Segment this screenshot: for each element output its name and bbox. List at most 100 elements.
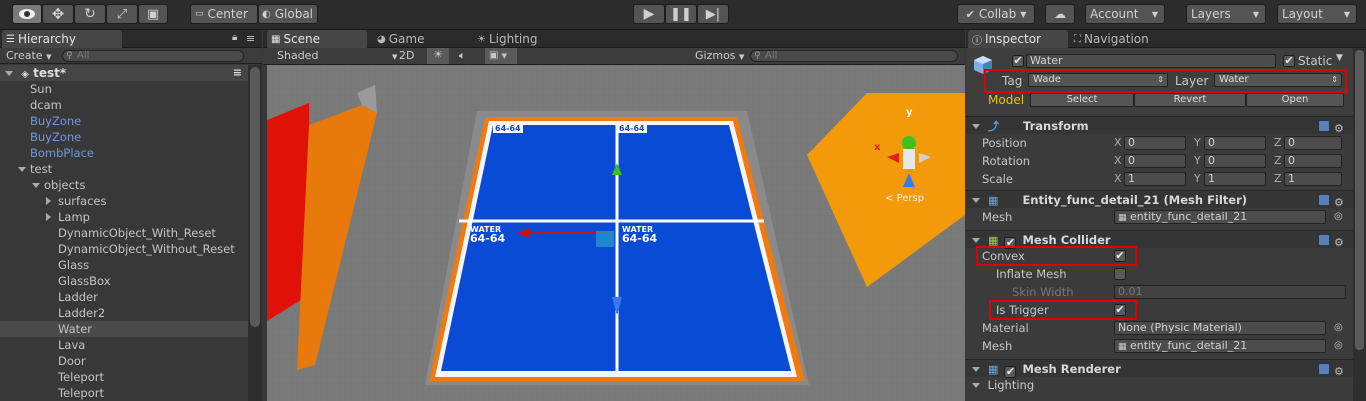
hierarchy-item[interactable]: GlassBox [0,273,248,289]
hierarchy-item[interactable]: test [0,161,248,177]
scrollbar-thumb[interactable] [250,67,260,327]
mesh-filter-header[interactable]: ▦ Entity_func_detail_21 (Mesh Filter) ⚙ [966,190,1366,209]
collapse-arrow-icon[interactable] [972,238,980,243]
rotate-tool-button[interactable]: ↻ [74,4,106,24]
tab-game[interactable]: ◕ Game [373,30,473,48]
account-dropdown[interactable]: Account ▼ [1085,4,1165,24]
audio-toggle[interactable]: 🔈︎ [459,49,466,63]
layers-dropdown[interactable]: Layers ▼ [1186,4,1266,24]
help-book-icon[interactable] [1318,234,1330,246]
scrollbar-thumb[interactable] [1355,50,1364,350]
collapse-arrow-icon[interactable] [972,198,980,203]
space-global-toggle[interactable]: ◐ Global [258,4,318,24]
object-name-input[interactable]: Water [1026,54,1276,68]
expand-arrow-icon[interactable] [32,183,40,188]
collapse-arrow-icon[interactable] [972,124,980,129]
effects-dropdown[interactable]: ▣ ▼ [485,48,517,64]
model-select-button[interactable]: Select [1030,93,1134,107]
help-book-icon[interactable] [1318,194,1330,206]
hierarchy-item[interactable]: Sun [0,81,248,97]
tab-lighting[interactable]: ☀ Lighting [473,30,573,48]
persp-label[interactable]: < Persp [885,193,924,204]
help-book-icon[interactable] [1318,363,1330,375]
transform-y-input[interactable]: 0 [1204,154,1266,168]
transform-z-input[interactable]: 1 [1284,172,1342,186]
inflate-mesh-checkbox[interactable] [1114,268,1126,280]
hierarchy-item[interactable]: dcam [0,97,248,113]
hierarchy-item[interactable]: surfaces [0,193,248,209]
tag-dropdown[interactable]: Wade ⇕ [1028,73,1168,87]
create-dropdown[interactable]: Create ▼ [6,49,51,62]
collider-mesh-field[interactable]: ▦ entity_func_detail_21 [1114,339,1326,353]
move-tool-button[interactable]: ✥ [42,4,74,24]
convex-checkbox[interactable]: ✔ [1114,250,1126,262]
step-button[interactable]: ▶| [697,4,729,24]
view-gizmo-cube[interactable] [903,149,915,169]
is-trigger-checkbox[interactable]: ✔ [1114,304,1126,316]
rect-tool-button[interactable]: ▣ [138,4,168,24]
lock-icon[interactable]: 🔒︎ [232,32,237,43]
expand-arrow-icon[interactable] [5,71,13,76]
object-picker-icon[interactable]: ◎ [1334,208,1343,226]
hierarchy-item[interactable]: Lamp [0,209,248,225]
tab-navigation[interactable]: ⛶ Navigation [1070,30,1180,48]
hierarchy-item[interactable]: Water [0,321,248,337]
transform-x-input[interactable]: 0 [1124,136,1186,150]
model-open-button[interactable]: Open [1246,93,1344,107]
transform-x-input[interactable]: 0 [1124,154,1186,168]
collab-dropdown[interactable]: ✔ Collab ▼ [957,4,1035,24]
collapse-arrow-icon[interactable] [972,367,980,372]
hierarchy-item[interactable]: Door [0,353,248,369]
layer-dropdown[interactable]: Water ⇕ [1214,73,1342,87]
object-picker-icon[interactable]: ◎ [1334,337,1343,355]
lighting-foldout-row[interactable]: Lighting [966,376,1366,394]
transform-header[interactable]: ⤴ Transform ⚙ [966,116,1366,135]
hierarchy-item[interactable]: Lava [0,337,248,353]
help-book-icon[interactable] [1318,120,1330,132]
mesh-renderer-header[interactable]: ▦ ✔ Mesh Renderer ⚙ [966,359,1366,378]
pivot-center-toggle[interactable]: ▭ Center [190,4,258,24]
active-checkbox[interactable]: ✔ [1012,55,1024,67]
plane-handle[interactable] [596,231,614,247]
hierarchy-scene-row[interactable]: ◈ test* ≡ [0,65,248,81]
physic-material-field[interactable]: None (Physic Material) [1114,321,1326,335]
hierarchy-item[interactable]: BuyZone [0,129,248,145]
hierarchy-item[interactable]: BombPlace [0,145,248,161]
hierarchy-item[interactable]: objects [0,177,248,193]
mesh-filter-mesh-field[interactable]: ▦ entity_func_detail_21 [1114,210,1326,224]
hierarchy-item[interactable]: Ladder [0,289,248,305]
scale-tool-button[interactable]: ⤢ [106,4,138,24]
hierarchy-item[interactable]: BuyZone [0,113,248,129]
panel-menu-icon[interactable]: ≡ [246,32,255,45]
pause-button[interactable]: ❚❚ [665,4,697,24]
mesh-collider-header[interactable]: ▦ ✔ Mesh Collider ⚙ [966,230,1366,249]
collapsed-arrow-icon[interactable] [46,213,51,221]
static-checkbox[interactable]: ✔ [1283,55,1295,67]
hierarchy-item[interactable]: DynamicObject_Without_Reset [0,241,248,257]
hierarchy-item[interactable]: Teleport [0,385,248,401]
scene-lighting-toggle[interactable]: ☀ [427,48,449,64]
mode-2d-toggle[interactable]: 2D [399,49,414,62]
expand-arrow-icon[interactable] [18,167,26,172]
tab-hierarchy[interactable]: ☰ Hierarchy [2,30,122,48]
gizmos-dropdown[interactable]: Gizmos ▼ [695,49,744,62]
play-button[interactable]: ▶ [633,4,665,24]
view-tool-button[interactable] [12,4,42,24]
transform-z-input[interactable]: 0 [1284,136,1342,150]
view-gizmo-y-cone[interactable] [902,136,916,150]
hierarchy-item[interactable]: Teleport [0,369,248,385]
collapsed-arrow-icon[interactable] [46,197,51,205]
scene-search-input[interactable]: ⚲ All [750,50,958,62]
tab-scene[interactable]: ▦ Scene [267,30,367,48]
transform-z-input[interactable]: 0 [1284,154,1342,168]
cloud-button[interactable]: ☁ [1045,4,1075,24]
static-dropdown-arrow-icon[interactable]: ▼ [1336,53,1343,63]
scene-viewport[interactable]: 64-64 64-64 WATER 64-64 WATER 64-64 y x … [267,65,965,401]
hierarchy-item[interactable]: Ladder2 [0,305,248,321]
shading-mode-dropdown[interactable]: Shaded ▼ [277,49,397,62]
hierarchy-item[interactable]: Glass [0,257,248,273]
hierarchy-search-input[interactable]: ⚲ All [62,50,244,62]
model-revert-button[interactable]: Revert [1134,93,1246,107]
tab-inspector[interactable]: ⓘ Inspector [968,30,1068,48]
inspector-scrollbar[interactable] [1353,48,1366,401]
